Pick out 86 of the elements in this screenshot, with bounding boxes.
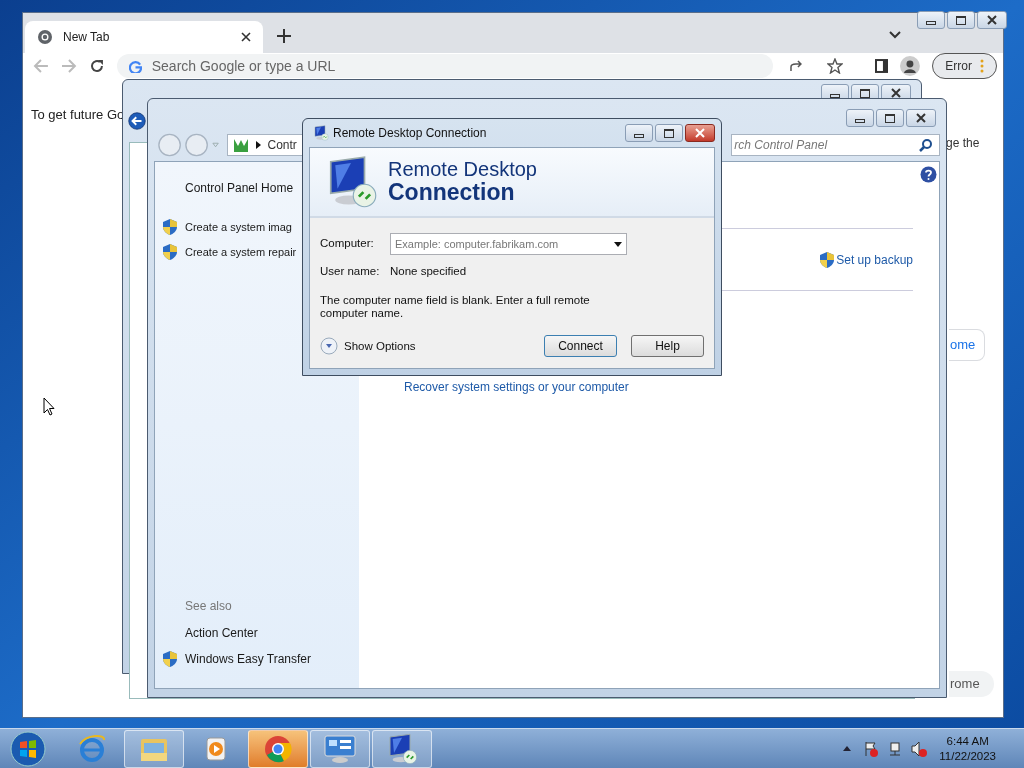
- remote-desktop-icon: [313, 125, 329, 141]
- minimize-icon: [926, 20, 936, 25]
- minimize-button[interactable]: [625, 124, 653, 142]
- tab-title: New Tab: [63, 29, 111, 46]
- maximize-button[interactable]: [876, 109, 904, 127]
- maximize-icon: [956, 15, 966, 25]
- media-player-icon: [203, 735, 229, 762]
- search-field[interactable]: rch Control Panel: [731, 134, 940, 156]
- maximize-button[interactable]: [947, 11, 975, 29]
- maximize-icon: [885, 113, 895, 123]
- minimize-button[interactable]: [917, 11, 945, 29]
- close-button[interactable]: [685, 124, 715, 142]
- setup-backup-link[interactable]: Set up backup: [836, 250, 913, 269]
- recover-link[interactable]: Recover system settings or your computer: [404, 378, 629, 396]
- dropdown-icon[interactable]: [614, 241, 622, 247]
- sidebar-link[interactable]: Action Center: [185, 624, 258, 642]
- close-icon: [890, 88, 902, 98]
- clock[interactable]: 6:44 AM 11/22/2023: [939, 733, 996, 764]
- page-text: ge the: [946, 135, 980, 152]
- shield-icon: [163, 243, 177, 260]
- volume-muted-icon[interactable]: [911, 740, 928, 757]
- omnibox-placeholder: Search Google or type a URL: [151, 56, 336, 76]
- page-button[interactable]: rome: [949, 671, 994, 697]
- control-panel-icon: [323, 733, 357, 764]
- computer-combobox[interactable]: Example: computer.fabrikam.com: [390, 233, 627, 255]
- section-heading: See also: [185, 598, 233, 615]
- shield-icon: [163, 219, 177, 236]
- browser-e-icon: [77, 733, 107, 764]
- profile-error-button[interactable]: Error: [932, 53, 997, 79]
- connect-button[interactable]: Connect: [544, 335, 617, 358]
- google-icon: [128, 59, 142, 73]
- shield-icon: [163, 651, 177, 667]
- show-hidden-icons[interactable]: [843, 746, 852, 751]
- maximize-icon: [664, 128, 674, 138]
- new-tab-icon[interactable]: [277, 29, 291, 43]
- close-icon: [986, 15, 998, 25]
- reload-icon[interactable]: [88, 58, 105, 74]
- close-button[interactable]: [906, 109, 936, 127]
- sidebar-link[interactable]: Windows Easy Transfer: [185, 650, 312, 668]
- computer-placeholder: Example: computer.fabrikam.com: [395, 236, 560, 252]
- start-button[interactable]: [8, 728, 48, 768]
- help-icon[interactable]: [920, 166, 937, 183]
- maximize-button[interactable]: [655, 124, 683, 142]
- help-button[interactable]: Help: [631, 335, 704, 358]
- close-icon[interactable]: [241, 32, 251, 42]
- profile-icon[interactable]: [900, 56, 921, 76]
- banner-title: Connection: [388, 180, 515, 205]
- show-options-link[interactable]: Show Options: [344, 337, 416, 355]
- browser-tab[interactable]: New Tab: [25, 21, 263, 53]
- remote-desktop-icon: [386, 732, 418, 765]
- taskbar-button[interactable]: [310, 729, 370, 768]
- sidebar-link[interactable]: Create a system imag: [185, 219, 292, 236]
- flag-icon[interactable]: [863, 740, 880, 757]
- dialog-title: Remote Desktop Connection: [333, 125, 488, 142]
- chrome-icon: [263, 733, 293, 764]
- search-placeholder: rch Control Panel: [734, 137, 829, 154]
- chevron-right-icon: [256, 141, 262, 149]
- minimize-button[interactable]: [846, 109, 874, 127]
- minimize-icon: [830, 93, 840, 98]
- banner-title: Remote Desktop: [388, 159, 537, 181]
- page-button[interactable]: ome: [949, 329, 985, 361]
- field-label: Computer:: [320, 236, 375, 252]
- cursor-icon: [43, 397, 55, 416]
- clock-time: 6:44 AM: [946, 733, 989, 749]
- close-icon: [694, 128, 706, 138]
- star-icon[interactable]: [826, 58, 843, 74]
- expand-icon[interactable]: [320, 337, 338, 356]
- minimize-icon: [855, 118, 865, 123]
- clock-date: 11/22/2023: [939, 748, 996, 764]
- status-message: The computer name field is blank. Enter a full remote computer name.: [320, 294, 591, 321]
- taskbar-button[interactable]: [372, 729, 432, 768]
- shield-icon: [820, 251, 835, 268]
- omnibox[interactable]: Search Google or type a URL: [116, 54, 773, 78]
- chevron-down-icon[interactable]: [889, 31, 901, 39]
- taskbar-button[interactable]: [248, 729, 308, 768]
- side-panel-icon[interactable]: [874, 59, 889, 73]
- chrome-icon: [37, 29, 53, 45]
- minimize-icon: [634, 133, 644, 138]
- field-label: User name:: [320, 264, 381, 279]
- username-value: None specified: [390, 264, 467, 279]
- close-button[interactable]: [977, 11, 1007, 29]
- maximize-icon: [860, 88, 870, 98]
- breadcrumb[interactable]: Contr: [267, 136, 297, 154]
- close-icon: [915, 113, 927, 123]
- search-icon: [919, 138, 933, 152]
- sidebar-link[interactable]: Create a system repair: [185, 243, 297, 260]
